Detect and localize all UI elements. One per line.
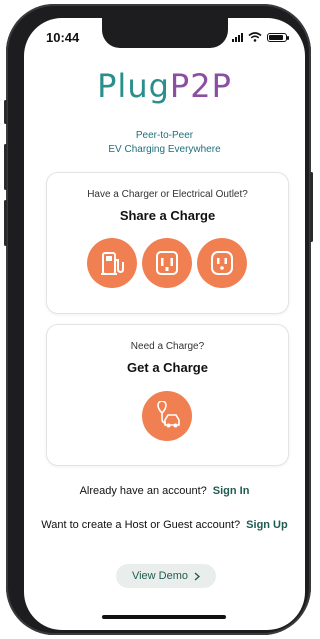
- share-card-subtitle: Have a Charger or Electrical Outlet?: [87, 189, 248, 200]
- sign-up-row: Want to create a Host or Guest account? S…: [41, 519, 288, 531]
- phone-frame: 10:44 PlugP2P Peer-to-Peer EV Charging E…: [4, 4, 313, 635]
- get-charge-card[interactable]: Need a Charge? Get a Charge: [46, 324, 289, 466]
- share-charge-card[interactable]: Have a Charger or Electrical Outlet? Sha…: [46, 172, 289, 314]
- volume-up-button: [4, 144, 7, 190]
- chevron-right-icon: [194, 571, 201, 581]
- app-screen: 10:44 PlugP2P Peer-to-Peer EV Charging E…: [24, 18, 305, 630]
- tagline: Peer-to-Peer EV Charging Everywhere: [108, 130, 221, 155]
- wall-outlet-icon[interactable]: [197, 238, 247, 288]
- notch: [102, 18, 228, 48]
- get-card-subtitle: Need a Charge?: [130, 341, 205, 352]
- get-card-title: Get a Charge: [127, 360, 208, 375]
- app-logo: PlugP2P: [24, 66, 305, 106]
- logo-wordmark: PlugP2P: [97, 67, 232, 105]
- status-icons: [232, 32, 289, 42]
- battery-icon: [267, 32, 289, 42]
- cellular-signal-icon: [232, 32, 243, 42]
- volume-down-button: [4, 200, 7, 246]
- sign-up-link[interactable]: Sign Up: [246, 519, 288, 531]
- car-charging-location-icon[interactable]: [142, 391, 192, 441]
- ev-charger-station-icon[interactable]: [87, 238, 137, 288]
- wifi-icon: [248, 32, 262, 42]
- home-indicator[interactable]: [102, 615, 226, 619]
- sign-in-row: Already have an account? Sign In: [79, 485, 250, 497]
- mute-switch: [4, 100, 7, 124]
- view-demo-button[interactable]: View Demo: [116, 564, 216, 588]
- sign-in-link[interactable]: Sign In: [213, 485, 250, 497]
- nema-outlet-icon[interactable]: [142, 238, 192, 288]
- share-card-title: Share a Charge: [119, 208, 216, 223]
- status-time: 10:44: [46, 30, 80, 45]
- power-button: [310, 172, 313, 242]
